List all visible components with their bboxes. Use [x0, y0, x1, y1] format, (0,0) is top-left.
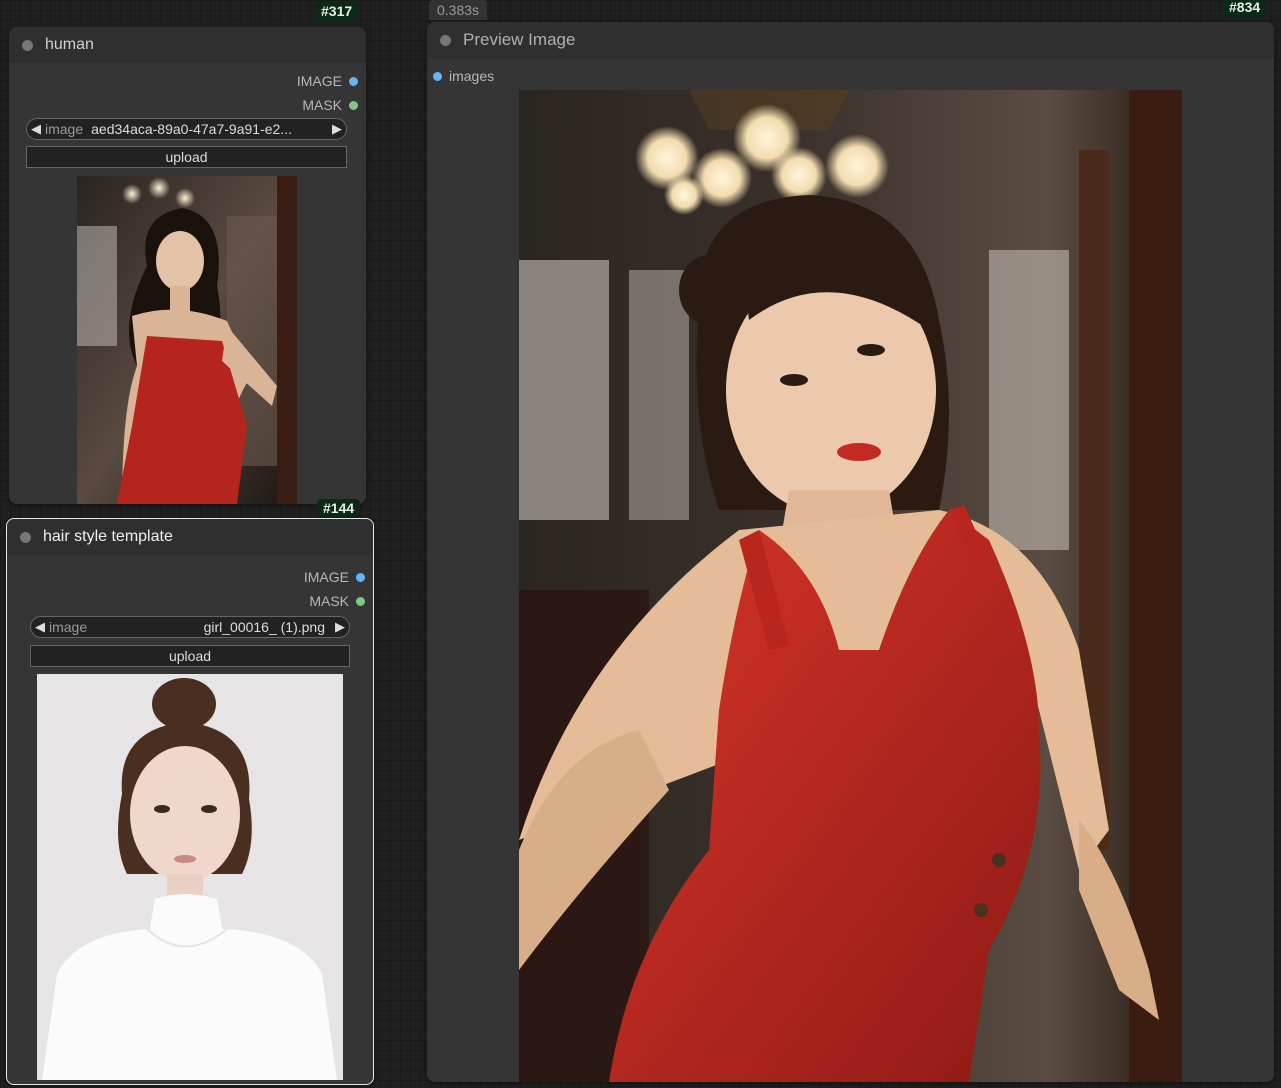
execution-time-badge: 0.383s [429, 0, 488, 20]
output-slot-dot[interactable] [356, 596, 365, 606]
upload-button[interactable]: upload [30, 645, 350, 667]
output-image[interactable]: IMAGE [304, 569, 365, 585]
node-title-bar[interactable]: Preview Image [427, 22, 1274, 58]
collapse-dot-icon[interactable] [440, 34, 451, 46]
arrow-right-icon[interactable]: ▶ [328, 121, 346, 137]
combo-label: image [45, 121, 84, 137]
collapse-dot-icon[interactable] [20, 531, 31, 543]
output-slot-dot[interactable] [349, 76, 358, 86]
arrow-right-icon[interactable]: ▶ [331, 619, 349, 635]
output-label: IMAGE [296, 73, 342, 89]
arrow-left-icon[interactable]: ◀ [31, 619, 49, 635]
combo-label: image [49, 619, 88, 635]
output-image[interactable]: IMAGE [297, 73, 358, 89]
output-mask[interactable]: MASK [302, 97, 358, 113]
node-id-badge: #144 [317, 499, 361, 518]
node-hair-style-template[interactable]: hair style template IMAGE MASK ◀ image g… [6, 518, 374, 1085]
node-title: human [45, 36, 94, 53]
image-combo[interactable]: ◀ image aed34aca-89a0-47a7-9a91-e2... ▶ [26, 118, 347, 140]
node-title-bar[interactable]: hair style template [7, 519, 373, 555]
combo-value: aed34aca-89a0-47a7-9a91-e2... [91, 121, 292, 137]
preview-image [519, 90, 1182, 1082]
input-images[interactable]: images [433, 68, 494, 84]
upload-button[interactable]: upload [26, 146, 347, 168]
node-title: hair style template [43, 528, 173, 545]
node-human[interactable]: human IMAGE MASK ◀ image aed34aca-89a0-4… [9, 27, 366, 504]
arrow-left-icon[interactable]: ◀ [27, 121, 45, 137]
node-preview-image[interactable]: Preview Image images [427, 22, 1274, 1082]
output-label: MASK [302, 97, 342, 113]
collapse-dot-icon[interactable] [22, 39, 33, 51]
input-slot-dot[interactable] [433, 71, 442, 81]
image-combo[interactable]: ◀ image girl_00016_ (1).png ▶ [30, 616, 350, 638]
input-label: images [449, 68, 495, 84]
output-slot-dot[interactable] [356, 572, 365, 582]
image-thumbnail [77, 176, 297, 504]
node-id-badge: #834 [1223, 0, 1267, 17]
output-label: MASK [309, 593, 349, 609]
output-label: IMAGE [303, 569, 349, 585]
node-title: Preview Image [463, 30, 576, 49]
output-mask[interactable]: MASK [309, 593, 365, 609]
node-title-bar[interactable]: human [9, 27, 366, 63]
image-thumbnail [37, 674, 343, 1080]
node-id-badge: #317 [315, 2, 359, 21]
output-slot-dot[interactable] [349, 100, 358, 110]
graph-canvas[interactable]: #317 human IMAGE MASK ◀ image aed34aca-8… [0, 0, 1281, 1088]
combo-value: girl_00016_ (1).png [203, 619, 325, 635]
